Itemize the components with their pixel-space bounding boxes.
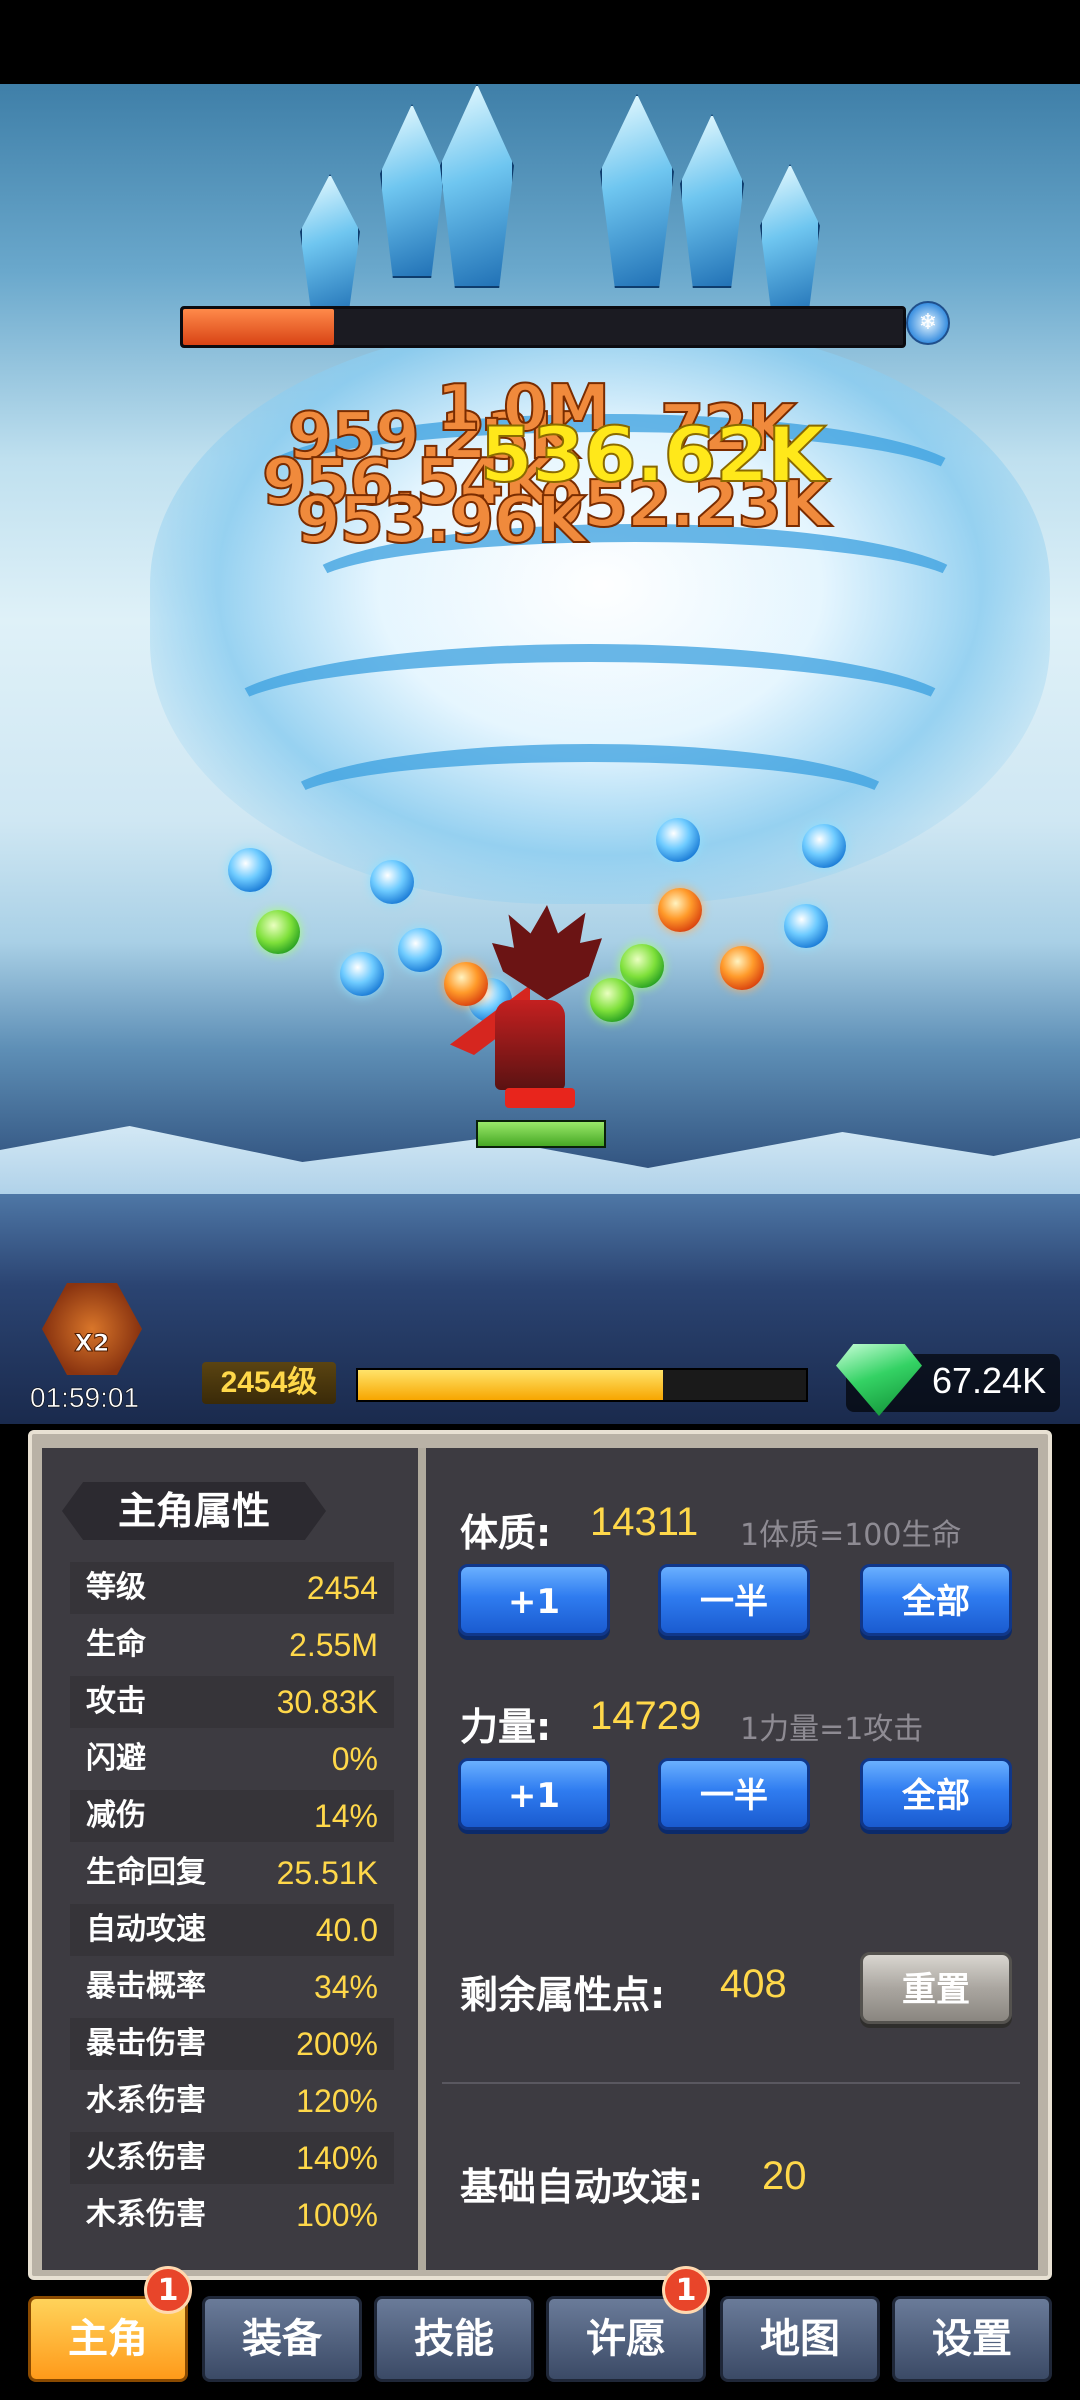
stat-value: 140% (296, 2140, 378, 2176)
stat-value: 30.83K (276, 1684, 378, 1720)
strength-plus-one-button[interactable]: +1 (458, 1758, 610, 1830)
stat-row: 木系伤害 100% (70, 2189, 394, 2241)
constitution-all-button[interactable]: 全部 (860, 1564, 1012, 1636)
base-attack-speed-label: 基础自动攻速: (460, 2165, 704, 2209)
stat-label: 水系伤害 (86, 2083, 206, 2118)
stat-row: 生命 2.55M (70, 1619, 394, 1671)
tab-equipment[interactable]: 装备 (202, 2296, 362, 2382)
stat-label: 生命回复 (86, 1855, 206, 1890)
stat-label: 木系伤害 (86, 2197, 206, 2232)
boss-hp-fill (183, 309, 335, 345)
fire-orb (658, 888, 702, 932)
ice-crystal (680, 114, 744, 288)
ice-orb (398, 928, 442, 972)
stat-row: 减伤 14% (70, 1790, 394, 1842)
constitution-half-button[interactable]: 一半 (658, 1564, 810, 1636)
constitution-value: 14311 (590, 1500, 699, 1544)
stat-value: 200% (296, 2026, 378, 2062)
stat-value: 120% (296, 2083, 378, 2119)
constitution-plus-one-button[interactable]: +1 (458, 1564, 610, 1636)
base-attack-speed-value: 20 (762, 2154, 807, 2198)
stats-panel-title: 主角属性 (62, 1482, 326, 1540)
buff-multiplier: X2 (74, 1329, 110, 1358)
ice-snowflake-icon: ❄ (906, 301, 950, 345)
notification-badge: 1 (662, 2266, 710, 2314)
wood-orb (256, 910, 300, 954)
ice-crystal (440, 84, 514, 288)
boss-hp-bar (180, 306, 906, 348)
ice-orb (656, 818, 700, 862)
stat-value: 25.51K (276, 1855, 378, 1891)
panel-divider (418, 1448, 426, 2270)
ice-orb (340, 952, 384, 996)
xp-progress-fill (358, 1370, 663, 1400)
panel-separator (442, 2082, 1020, 2084)
strength-hint: 1力量=1攻击 (740, 1712, 924, 1747)
stat-value: 0% (331, 1741, 378, 1777)
constitution-label: 体质: (460, 1511, 552, 1555)
stat-value: 2454 (306, 1570, 378, 1606)
hero-boots (505, 1088, 575, 1108)
stat-label: 生命 (86, 1627, 146, 1662)
ice-crystal (760, 164, 820, 318)
stat-value: 2.55M (289, 1627, 378, 1663)
level-badge: 2454级 (202, 1362, 336, 1404)
stat-label: 暴击伤害 (86, 2026, 206, 2061)
remaining-points-label: 剩余属性点: (460, 1973, 666, 2017)
stat-row: 火系伤害 140% (70, 2132, 394, 2184)
tab-map[interactable]: 地图 (720, 2296, 880, 2382)
notification-badge: 1 (144, 2266, 192, 2314)
ice-orb (370, 860, 414, 904)
ice-orb (228, 848, 272, 892)
stat-value: 40.0 (315, 1912, 378, 1948)
strength-value: 14729 (590, 1694, 702, 1738)
remaining-points-value: 408 (720, 1962, 787, 2006)
wood-orb (620, 944, 664, 988)
battle-scene (0, 84, 1080, 1424)
stat-row: 攻击 30.83K (70, 1676, 394, 1728)
stat-label: 火系伤害 (86, 2140, 206, 2175)
stat-row: 闪避 0% (70, 1733, 394, 1785)
ice-crystal (380, 104, 444, 278)
stat-row: 暴击伤害 200% (70, 2018, 394, 2070)
stat-label: 减伤 (86, 1798, 146, 1833)
status-bar-area (0, 0, 1080, 84)
stat-value: 100% (296, 2197, 378, 2233)
gem-value: 67.24K (932, 1360, 1047, 1401)
fire-orb (444, 962, 488, 1006)
stat-row: 暴击概率 34% (70, 1961, 394, 2013)
buff-timer: 01:59:01 (30, 1382, 140, 1414)
hero-body (495, 1000, 565, 1090)
stat-row: 自动攻速 40.0 (70, 1904, 394, 1956)
stat-row: 水系伤害 120% (70, 2075, 394, 2127)
stat-row: 生命回复 25.51K (70, 1847, 394, 1899)
ice-orb (784, 904, 828, 948)
strength-half-button[interactable]: 一半 (658, 1758, 810, 1830)
strength-label: 力量: (460, 1705, 552, 1749)
xp-progress-bar (356, 1368, 808, 1402)
stat-value: 14% (313, 1798, 378, 1834)
wood-orb (590, 978, 634, 1022)
ice-crystal (600, 94, 674, 288)
stat-label: 等级 (86, 1570, 146, 1605)
stat-label: 攻击 (86, 1684, 146, 1719)
hero-hp-bar (476, 1120, 606, 1148)
stat-label: 闪避 (86, 1741, 146, 1776)
constitution-hint: 1体质=100生命 (740, 1518, 962, 1553)
stat-row: 等级 2454 (70, 1562, 394, 1614)
hero-hp-fill (478, 1122, 604, 1146)
fire-orb (720, 946, 764, 990)
stat-label: 暴击概率 (86, 1969, 206, 2004)
damage-number-critical: 536.62K (479, 409, 827, 500)
tab-skills[interactable]: 技能 (374, 2296, 534, 2382)
ice-crystal (300, 174, 360, 318)
reset-button[interactable]: 重置 (860, 1952, 1012, 2024)
stat-label: 自动攻速 (86, 1912, 206, 1947)
strength-all-button[interactable]: 全部 (860, 1758, 1012, 1830)
stat-value: 34% (313, 1969, 378, 2005)
tab-settings[interactable]: 设置 (892, 2296, 1052, 2382)
ice-orb (802, 824, 846, 868)
